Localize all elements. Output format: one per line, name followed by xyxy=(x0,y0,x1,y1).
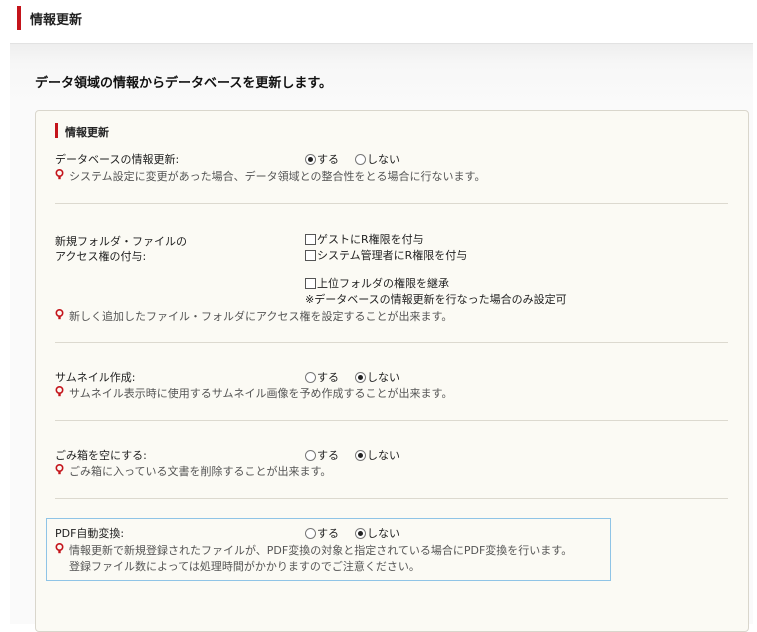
intro-text: データ領域の情報からデータベースを更新します。 xyxy=(35,76,333,91)
pdf-no-radio[interactable]: しない xyxy=(355,525,400,541)
radio-icon xyxy=(305,450,316,461)
radio-icon xyxy=(355,528,366,539)
header-accent-bar xyxy=(17,6,21,30)
checkbox-icon xyxy=(305,234,316,245)
lightbulb-icon xyxy=(55,385,65,400)
lightbulb-icon xyxy=(55,308,65,323)
trash-label: ごみ箱を空にする: xyxy=(55,449,147,462)
thumbnail-label: サムネイル作成: xyxy=(55,371,136,384)
db-update-no-radio[interactable]: しない xyxy=(355,151,400,167)
guest-r-permission-checkbox[interactable]: ゲストにR権限を付与 xyxy=(305,231,424,247)
radio-icon xyxy=(355,154,366,165)
section-title: 情報更新 xyxy=(65,126,109,139)
admin-r-permission-checkbox[interactable]: システム管理者にR権限を付与 xyxy=(305,247,467,263)
access-hint: 新しく追加したファイル・フォルダにアクセス権を設定することが出来ます。 xyxy=(55,308,452,324)
pdf-hint-line2: 登録ファイル数によっては処理時間がかかりますのでご注意ください。 xyxy=(69,560,420,573)
radio-icon xyxy=(305,372,316,383)
checkbox-icon xyxy=(305,278,316,289)
radio-icon xyxy=(305,154,316,165)
access-note: ※データベースの情報更新を行なった場合のみ設定可 xyxy=(305,293,567,306)
lightbulb-icon xyxy=(55,542,65,557)
trash-yes-radio[interactable]: する xyxy=(305,447,339,463)
trash-hint: ごみ箱に入っている文書を削除することが出来ます。 xyxy=(55,463,331,479)
access-label-line1: 新規フォルダ・ファイルの xyxy=(55,235,187,248)
inherit-parent-permission-checkbox[interactable]: 上位フォルダの権限を継承 xyxy=(305,275,449,291)
radio-icon xyxy=(355,450,366,461)
section-accent-bar xyxy=(55,123,58,138)
trash-no-radio[interactable]: しない xyxy=(355,447,400,463)
divider xyxy=(55,498,728,499)
lightbulb-icon xyxy=(55,463,65,478)
db-update-yes-radio[interactable]: する xyxy=(305,151,339,167)
db-update-label: データベースの情報更新: xyxy=(55,153,180,166)
thumbnail-yes-radio[interactable]: する xyxy=(305,369,339,385)
checkbox-icon xyxy=(305,250,316,261)
divider xyxy=(55,420,728,421)
radio-icon xyxy=(305,528,316,539)
page-header: 情報更新 xyxy=(0,0,757,38)
access-label-line2: アクセス権の付与: xyxy=(55,250,147,263)
thumbnail-hint: サムネイル表示時に使用するサムネイル画像を予め作成することが出来ます。 xyxy=(55,385,452,401)
page-title: 情報更新 xyxy=(30,13,83,28)
pdf-label: PDF自動変換: xyxy=(55,527,125,540)
db-update-hint: システム設定に変更があった場合、データ領域との整合性をとる場合に行ないます。 xyxy=(55,168,485,184)
pdf-hint-line1: 情報更新で新規登録されたファイルが、PDF変換の対象と指定されている場合にPDF… xyxy=(55,542,572,558)
lightbulb-icon xyxy=(55,168,65,183)
radio-icon xyxy=(355,372,366,383)
pdf-yes-radio[interactable]: する xyxy=(305,525,339,541)
thumbnail-no-radio[interactable]: しない xyxy=(355,369,400,385)
divider xyxy=(55,342,728,343)
divider xyxy=(55,203,728,204)
